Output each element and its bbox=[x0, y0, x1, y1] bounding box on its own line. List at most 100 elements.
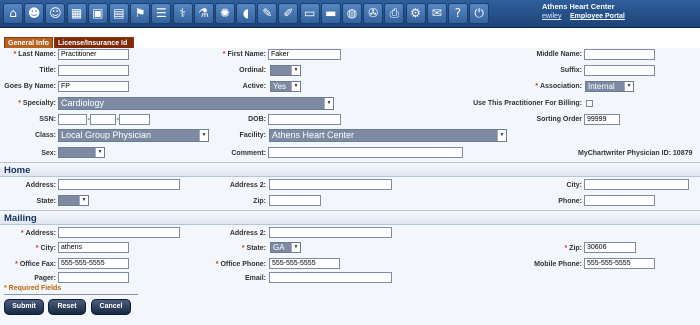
submit-button[interactable]: Submit bbox=[4, 299, 44, 315]
billing-checkbox[interactable] bbox=[586, 100, 593, 107]
patients-icon[interactable]: ☻ bbox=[24, 3, 45, 24]
employee-portal-link[interactable]: Employee Portal bbox=[570, 13, 625, 20]
home-icon[interactable]: ⌂ bbox=[3, 3, 23, 24]
association-select[interactable]: Internal ▼ bbox=[585, 81, 634, 92]
goes-by-input[interactable]: FP bbox=[58, 81, 129, 92]
mailing-address2-input[interactable] bbox=[269, 227, 392, 238]
last-name-label: * Last Name: bbox=[13, 51, 56, 58]
office-fax-input[interactable]: 555-555-5555 bbox=[58, 258, 129, 269]
comment-label: Comment: bbox=[231, 150, 266, 157]
home-address-label: Address: bbox=[25, 182, 56, 189]
pill-icon[interactable]: ◖ bbox=[236, 3, 257, 24]
active-label: Active: bbox=[242, 83, 266, 90]
middle-name-label: Middle Name: bbox=[536, 51, 582, 58]
specialty-select[interactable]: Cardiology ▼ bbox=[58, 97, 334, 110]
globe-icon[interactable]: ◍ bbox=[342, 3, 362, 24]
folder-icon[interactable]: ▬ bbox=[320, 3, 341, 24]
chevron-down-icon: ▼ bbox=[624, 82, 633, 91]
ordinal-select[interactable]: ▼ bbox=[270, 65, 301, 76]
top-toolbar: ⌂ ☻ ☺ ▦ ▣ ▤ ⚑ ☰ ⚕ ⚗ ✺ ◖ ✎ ✐ ▭ ▬ ◍ ✇ ⎙ ⚙ ✉? ⏻ Athens Heart Cen… bbox=[0, 0, 700, 28]
sex-label: Sex: bbox=[41, 150, 56, 157]
chart-icon[interactable]: ▣ bbox=[87, 3, 108, 24]
suffix-label: Suffix: bbox=[560, 67, 582, 74]
reports-icon[interactable]: ▦ bbox=[66, 3, 87, 24]
practitioners-icon[interactable]: ☺ bbox=[45, 3, 66, 24]
sex-select[interactable]: ▼ bbox=[58, 147, 105, 158]
active-select[interactable]: Yes ▼ bbox=[270, 81, 301, 92]
printer-icon[interactable]: ⎙ bbox=[384, 3, 405, 24]
syringe-icon[interactable]: ✎ bbox=[257, 3, 278, 24]
mailing-zip-label: * Zip: bbox=[564, 245, 582, 252]
ssn-part2-input[interactable] bbox=[90, 114, 116, 125]
pen-icon[interactable]: ✐ bbox=[278, 3, 299, 24]
comment-input[interactable] bbox=[268, 147, 463, 158]
dob-input[interactable] bbox=[268, 114, 341, 125]
mail-icon[interactable]: ✉ bbox=[426, 3, 447, 24]
ssn-part3-input[interactable] bbox=[119, 114, 150, 125]
first-name-input[interactable]: Faker bbox=[268, 49, 341, 60]
ssn-part1-input[interactable] bbox=[58, 114, 87, 125]
class-select[interactable]: Local Group Physician ▼ bbox=[58, 129, 209, 142]
facility-select[interactable]: Athens Heart Center ▼ bbox=[269, 129, 507, 142]
footer-divider bbox=[4, 294, 138, 295]
mailing-zip-input[interactable]: 30606 bbox=[584, 242, 636, 253]
class-label: Class: bbox=[34, 132, 56, 139]
organization-name: Athens Heart Center bbox=[542, 2, 615, 11]
username-link[interactable]: ewiley bbox=[542, 13, 561, 20]
network-icon[interactable]: ✇ bbox=[363, 3, 384, 24]
home-phone-label: Phone: bbox=[558, 198, 582, 205]
home-phone-input[interactable] bbox=[584, 195, 655, 206]
sorting-order-label: Sorting Order bbox=[536, 116, 582, 123]
facility-label: Facility: bbox=[239, 132, 266, 139]
office-phone-input[interactable]: 555-555-5555 bbox=[269, 258, 340, 269]
chevron-down-icon: ▼ bbox=[95, 148, 104, 157]
mailing-section-heading: Mailing bbox=[0, 210, 700, 225]
mailing-state-select[interactable]: GA ▼ bbox=[270, 242, 301, 253]
home-city-label: City: bbox=[566, 182, 582, 189]
email-label: Email: bbox=[244, 275, 266, 282]
last-name-input[interactable]: Practitioner bbox=[58, 49, 129, 60]
first-name-label: * First Name: bbox=[222, 51, 266, 58]
toolbar-icons: ⌂ ☻ ☺ ▦ ▣ ▤ ⚑ ☰ ⚕ ⚗ ✺ ◖ ✎ ✐ ▭ ▬ ◍ ✇ ⎙ ⚙ ✉? ⏻ bbox=[3, 3, 490, 24]
chevron-down-icon: ▼ bbox=[497, 130, 506, 141]
sun-icon[interactable]: ✺ bbox=[214, 3, 235, 24]
email-input[interactable] bbox=[269, 272, 392, 283]
mailing-state-label: * State: bbox=[241, 245, 266, 252]
middle-name-input[interactable] bbox=[584, 49, 655, 60]
association-label: * Association: bbox=[535, 83, 582, 90]
document-icon[interactable]: ☰ bbox=[151, 3, 172, 24]
reset-button[interactable]: Reset bbox=[48, 299, 86, 315]
billing-label: Use This Practitioner For Billing: bbox=[473, 100, 582, 107]
pager-input[interactable] bbox=[58, 272, 129, 283]
mailing-address2-label: Address 2: bbox=[229, 230, 266, 237]
chevron-down-icon: ▼ bbox=[324, 98, 333, 109]
power-icon[interactable]: ⏻ bbox=[469, 3, 490, 24]
calendar-icon[interactable]: ▤ bbox=[108, 3, 129, 24]
home-address2-input[interactable] bbox=[269, 179, 392, 190]
home-address2-label: Address 2: bbox=[229, 182, 266, 189]
mobile-phone-input[interactable]: 555-555-5555 bbox=[584, 258, 655, 269]
mailing-city-input[interactable]: athens bbox=[58, 242, 129, 253]
ssn-label: SSN: bbox=[39, 116, 56, 123]
sorting-order-input[interactable]: 99999 bbox=[584, 114, 620, 125]
chevron-down-icon: ▼ bbox=[291, 66, 300, 75]
dob-label: DOB: bbox=[248, 116, 266, 123]
physician-id-text: MyChartwriter Physician ID: 10879 bbox=[578, 150, 693, 157]
mailing-address-input[interactable] bbox=[58, 227, 180, 238]
gear-icon[interactable]: ⚙ bbox=[405, 3, 426, 24]
suffix-input[interactable] bbox=[584, 65, 655, 76]
ordinal-label: Ordinal: bbox=[239, 67, 266, 74]
cancel-button[interactable]: Cancel bbox=[91, 299, 131, 315]
lab-flask-icon[interactable]: ⚗ bbox=[193, 3, 214, 24]
home-address-input[interactable] bbox=[58, 179, 180, 190]
help-icon[interactable]: ? bbox=[447, 3, 468, 24]
card-icon[interactable]: ▭ bbox=[299, 3, 320, 24]
home-city-input[interactable] bbox=[584, 179, 689, 190]
pager-label: Pager: bbox=[34, 275, 56, 282]
home-zip-label: Zip: bbox=[253, 198, 266, 205]
flag-icon[interactable]: ⚑ bbox=[130, 3, 151, 24]
home-zip-input[interactable] bbox=[269, 195, 321, 206]
title-input[interactable] bbox=[58, 65, 129, 76]
home-state-select[interactable]: ▼ bbox=[58, 195, 89, 206]
stethoscope-icon[interactable]: ⚕ bbox=[172, 3, 193, 24]
